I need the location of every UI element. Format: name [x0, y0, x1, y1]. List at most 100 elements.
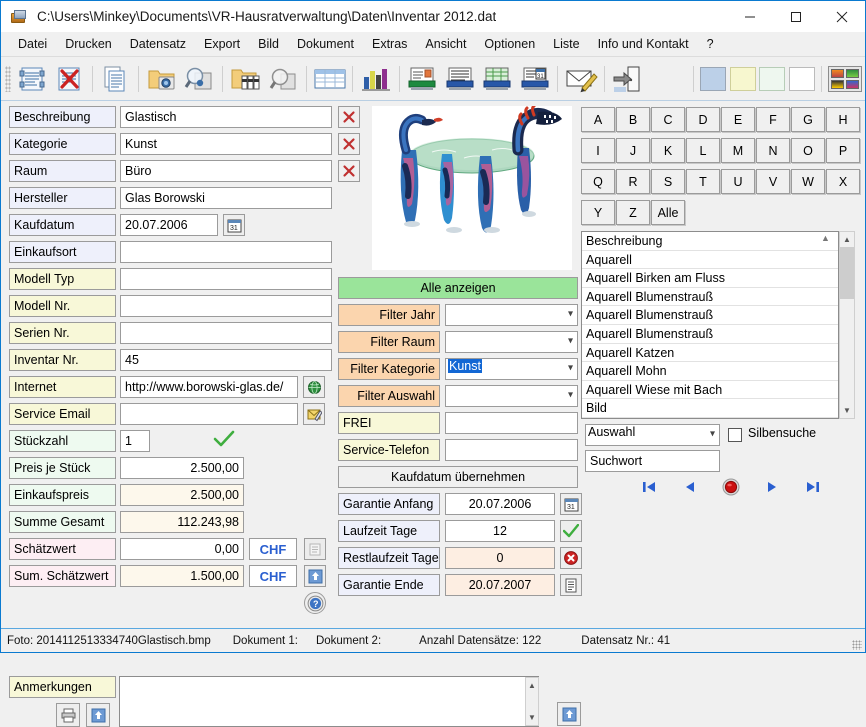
color-swatch-4[interactable] [787, 61, 817, 97]
alpha-button-v[interactable]: V [756, 169, 790, 194]
listbox-scrollbar[interactable]: ▲ ▼ [839, 231, 855, 419]
search-photo-icon[interactable] [181, 61, 218, 97]
maximize-button[interactable] [773, 1, 819, 32]
menu-item-bild[interactable]: Bild [249, 34, 288, 54]
show-all-button[interactable]: Alle anzeigen [338, 277, 578, 299]
print-card-icon[interactable] [404, 61, 441, 97]
field-hersteller[interactable]: Glas Borowski [120, 187, 332, 209]
menu-item-extras[interactable]: Extras [363, 34, 416, 54]
combo-filter-raum[interactable] [445, 331, 578, 353]
calendar-icon[interactable]: 31 [223, 214, 245, 236]
previous-record-icon[interactable] [678, 477, 702, 497]
chart-icon[interactable] [357, 61, 394, 97]
search-archive-icon[interactable] [264, 61, 301, 97]
field-sum-schaetzwert[interactable]: 1.500,00 [120, 565, 244, 587]
menu-item-export[interactable]: Export [195, 34, 249, 54]
scroll-down-icon[interactable]: ▼ [840, 404, 854, 417]
record-delete-icon[interactable] [50, 61, 87, 97]
calendar-icon[interactable]: 31 [560, 493, 582, 515]
alpha-button-i[interactable]: I [581, 138, 615, 163]
field-laufzeit-tage[interactable]: 12 [445, 520, 555, 542]
table-view-icon[interactable] [311, 61, 348, 97]
field-stueckzahl[interactable]: 1 [120, 430, 150, 452]
copy-document-icon[interactable] [97, 61, 134, 97]
scrollbar-thumb[interactable] [840, 247, 854, 299]
list-item[interactable]: Aquarell Birken am Fluss [582, 269, 838, 288]
records-listbox[interactable]: Beschreibung Aquarell Aquarell Birken am… [581, 231, 839, 419]
currency-button-sum-schaetzwert[interactable]: CHF [249, 565, 297, 587]
first-record-icon[interactable] [637, 477, 661, 497]
notes-scrollbar[interactable]: ▲ ▼ [525, 677, 539, 726]
checkmark-icon[interactable] [560, 520, 582, 542]
print-table-icon[interactable] [478, 61, 515, 97]
list-item[interactable]: Aquarell Katzen [582, 344, 838, 363]
alpha-button-o[interactable]: O [791, 138, 825, 163]
alpha-button-y[interactable]: Y [581, 200, 615, 225]
field-serien-nr[interactable] [120, 322, 332, 344]
menu-item-dokument[interactable]: Dokument [288, 34, 363, 54]
color-swatch-2[interactable] [728, 61, 758, 97]
field-beschreibung[interactable]: Glastisch [120, 106, 332, 128]
cancel-icon[interactable] [560, 547, 582, 569]
close-button[interactable] [819, 1, 865, 32]
alpha-button-p[interactable]: P [826, 138, 860, 163]
list-item[interactable]: Aquarell Blumenstrauß [582, 325, 838, 344]
field-summe-gesamt[interactable]: 112.243,98 [120, 511, 244, 533]
list-item[interactable]: Aquarell [582, 251, 838, 270]
field-modell-typ[interactable] [120, 268, 332, 290]
menu-item-ansicht[interactable]: Ansicht [416, 34, 475, 54]
color-swatch-3[interactable] [758, 61, 788, 97]
alpha-button-s[interactable]: S [651, 169, 685, 194]
alpha-button-k[interactable]: K [651, 138, 685, 163]
folder-archive-icon[interactable] [227, 61, 264, 97]
list-item[interactable]: Aquarell Wiese mit Bach [582, 381, 838, 400]
alpha-button-l[interactable]: L [686, 138, 720, 163]
field-restlaufzeit-tage[interactable]: 0 [445, 547, 555, 569]
menu-item-datensatz[interactable]: Datensatz [121, 34, 195, 54]
menu-item-optionen[interactable]: Optionen [475, 34, 544, 54]
alpha-button-q[interactable]: Q [581, 169, 615, 194]
upload-notes-icon[interactable] [86, 703, 110, 727]
combo-filter-jahr[interactable] [445, 304, 578, 326]
resize-grip[interactable] [852, 640, 862, 650]
color-swatch-1[interactable] [698, 61, 728, 97]
menu-item-liste[interactable]: Liste [544, 34, 588, 54]
list-item[interactable]: Bild [582, 399, 838, 418]
silbensuche-checkbox[interactable] [728, 428, 742, 442]
notes-textarea[interactable] [119, 676, 539, 727]
list-item[interactable]: Bild Grafik [582, 418, 838, 419]
minimize-button[interactable] [727, 1, 773, 32]
exit-icon[interactable] [609, 61, 646, 97]
field-garantie-ende[interactable]: 20.07.2007 [445, 574, 555, 596]
field-raum[interactable]: Büro [120, 160, 332, 182]
alpha-button-h[interactable]: H [826, 107, 860, 132]
field-preis-je-stueck[interactable]: 2.500,00 [120, 457, 244, 479]
alpha-button-j[interactable]: J [616, 138, 650, 163]
clear-beschreibung-icon[interactable] [338, 106, 360, 128]
clear-kategorie-icon[interactable] [338, 133, 360, 155]
alpha-button-f[interactable]: F [756, 107, 790, 132]
alpha-button-m[interactable]: M [721, 138, 755, 163]
document-icon[interactable] [560, 574, 582, 596]
field-kaufdatum[interactable]: 20.07.2006 [120, 214, 218, 236]
combo-auswahl[interactable]: Auswahl [585, 424, 720, 446]
upload-value-icon[interactable] [304, 565, 326, 587]
stop-icon[interactable] [719, 477, 743, 497]
field-service-email[interactable] [120, 403, 298, 425]
clear-raum-icon[interactable] [338, 160, 360, 182]
notes-scroll-up-icon[interactable]: ▲ [526, 679, 538, 692]
alpha-button-z[interactable]: Z [616, 200, 650, 225]
alpha-button-a[interactable]: A [581, 107, 615, 132]
field-service-telefon[interactable] [445, 439, 578, 461]
field-internet[interactable]: http://www.borowski-glas.de/ [120, 376, 298, 398]
field-schaetzwert[interactable]: 0,00 [120, 538, 244, 560]
alpha-button-g[interactable]: G [791, 107, 825, 132]
combo-filter-kategorie[interactable]: Kunst [445, 358, 578, 380]
menu-item-help[interactable]: ? [698, 34, 723, 54]
currency-button-schaetzwert[interactable]: CHF [249, 538, 297, 560]
field-garantie-anfang[interactable]: 20.07.2006 [445, 493, 555, 515]
field-modell-nr[interactable] [120, 295, 332, 317]
menu-item-drucken[interactable]: Drucken [56, 34, 121, 54]
alpha-button-b[interactable]: B [616, 107, 650, 132]
folder-photo-icon[interactable] [143, 61, 180, 97]
